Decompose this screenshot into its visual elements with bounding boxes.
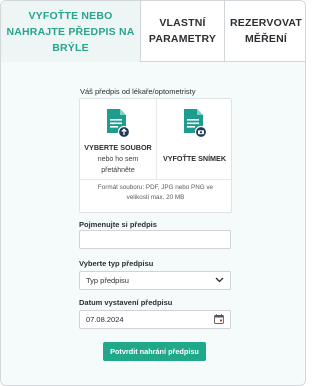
select-file-subtitle: nebo ho sem přetáhněte: [97, 156, 139, 174]
take-photo-title: VYFOŤTE SNÍMEK: [162, 154, 227, 163]
issue-date-label: Datum vystavení předpisu: [79, 298, 173, 307]
issue-date-input[interactable]: 07.08.2024: [79, 310, 231, 329]
tab-custom-parameters[interactable]: VLASTNÍ PARAMETRY: [141, 1, 224, 62]
file-format-note: Formát souboru: PDF, JPG nebo PNG ve vel…: [97, 184, 214, 201]
tab-upload-prescription[interactable]: VYFOŤTE NEBO NAHRAJTE PŘEDPIS NA BRÝLE: [1, 1, 141, 62]
tab-bar: VYFOŤTE NEBO NAHRAJTE PŘEDPIS NA BRÝLE V…: [1, 1, 305, 62]
issue-date-value: 07.08.2024: [86, 315, 124, 324]
confirm-upload-button[interactable]: Potvrdit nahrání předpisu: [103, 342, 206, 361]
prescription-name-input[interactable]: [79, 230, 231, 249]
prescription-type-value: Typ předpisu: [86, 276, 129, 285]
tab-book-measurement[interactable]: REZERVOVAT MĚŘENÍ: [224, 1, 305, 62]
prescription-name-label: Pojmenujte si předpis: [79, 220, 157, 229]
upload-dropzone: VYBERTE SOUBOR nebo ho sem přetáhněte VY…: [79, 98, 232, 213]
upload-panel: Váš předpis od lékaře/optometristy VYBER…: [1, 62, 305, 385]
calendar-icon[interactable]: [214, 313, 224, 326]
prescription-type-select[interactable]: Typ předpisu: [79, 271, 231, 290]
tab-book-label: REZERVOVAT MĚŘENÍ: [229, 17, 302, 45]
select-file-title: VYBERTE SOUBOR: [84, 143, 152, 152]
take-photo-option[interactable]: VYFOŤTE SNÍMEK: [157, 99, 232, 179]
upload-section-label: Váš předpis od lékaře/optometristy: [80, 87, 196, 96]
document-upload-icon: [105, 108, 131, 143]
prescription-widget: VYFOŤTE NEBO NAHRAJTE PŘEDPIS NA BRÝLE V…: [0, 0, 306, 386]
tab-upload-label: VYFOŤTE NEBO NAHRAJTE PŘEDPIS NA BRÝLE: [6, 9, 135, 54]
select-file-option[interactable]: VYBERTE SOUBOR nebo ho sem přetáhněte: [80, 99, 156, 179]
tab-custom-label: VLASTNÍ PARAMETRY: [148, 17, 217, 45]
chevron-down-icon: [215, 276, 224, 285]
document-camera-icon: [182, 108, 208, 143]
note-divider: [80, 179, 231, 180]
prescription-type-label: Vyberte typ předpisu: [79, 259, 154, 268]
